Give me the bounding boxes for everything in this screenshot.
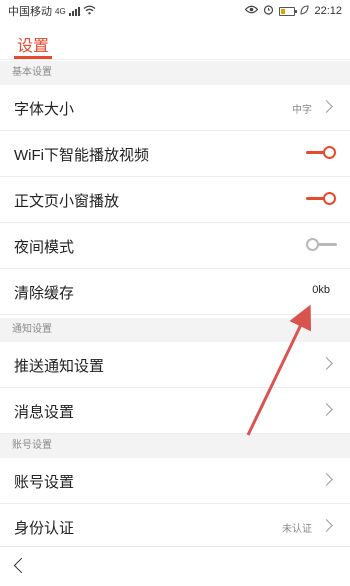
- clear-cache-row[interactable]: 清除缓存 0kb: [0, 269, 350, 315]
- clock-time: 22:12: [314, 5, 342, 17]
- message-settings-label: 消息设置: [14, 404, 75, 421]
- chevron-right-icon: [320, 403, 333, 416]
- font-size-value: 中字: [292, 105, 312, 116]
- battery-icon: [279, 6, 298, 16]
- chevron-right-icon: [320, 519, 333, 532]
- signal-icon: [68, 6, 80, 16]
- font-size-label: 字体大小: [14, 101, 75, 118]
- wifi-video-row: WiFi下智能播放视频: [0, 131, 350, 177]
- small-window-label: 正文页小窗播放: [14, 193, 120, 210]
- section-notify-header: 通知设置: [0, 318, 350, 342]
- section-account-header: 账号设置: [0, 434, 350, 458]
- small-window-row: 正文页小窗播放: [0, 177, 350, 223]
- small-window-toggle[interactable]: [306, 191, 336, 207]
- page-title: 设置: [17, 38, 50, 55]
- back-arrow-icon[interactable]: [13, 557, 30, 574]
- font-size-row[interactable]: 字体大小 中字: [0, 85, 350, 131]
- carrier-label: 中国移动: [8, 6, 52, 18]
- account-settings-row[interactable]: 账号设置: [0, 458, 350, 504]
- night-mode-toggle[interactable]: [306, 237, 337, 253]
- bottom-bar: [0, 546, 350, 586]
- alarm-icon: [263, 4, 274, 18]
- identity-row[interactable]: 身份认证 未认证: [0, 504, 350, 550]
- status-bar: 中国移动 4G 22:12: [0, 0, 350, 22]
- eye-icon: [245, 5, 259, 17]
- leaf-icon: [300, 4, 310, 18]
- account-settings-label: 账号设置: [14, 474, 75, 491]
- section-basic-header: 基本设置: [0, 61, 350, 85]
- chevron-right-icon: [320, 357, 333, 370]
- identity-status-value: 未认证: [282, 524, 312, 535]
- identity-label: 身份认证: [14, 520, 75, 537]
- push-notify-label: 推送通知设置: [14, 358, 105, 375]
- network-label: 4G: [55, 6, 66, 16]
- night-mode-row: 夜间模式: [0, 223, 350, 269]
- night-mode-label: 夜间模式: [14, 239, 75, 256]
- push-notify-row[interactable]: 推送通知设置: [0, 342, 350, 388]
- title-bar: 设置: [0, 22, 350, 60]
- chevron-right-icon: [320, 100, 333, 113]
- clear-cache-label: 清除缓存: [14, 285, 75, 302]
- cache-size-value: 0kb: [312, 284, 330, 296]
- wifi-video-toggle[interactable]: [306, 145, 336, 161]
- wifi-video-label: WiFi下智能播放视频: [14, 147, 149, 164]
- wifi-icon: [83, 5, 96, 18]
- title-underline: [14, 56, 52, 59]
- chevron-right-icon: [320, 473, 333, 486]
- message-settings-row[interactable]: 消息设置: [0, 388, 350, 434]
